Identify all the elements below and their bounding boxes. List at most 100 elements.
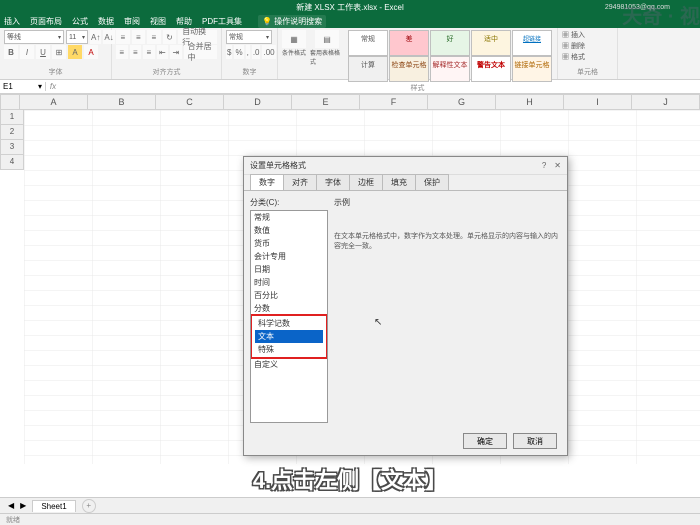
italic-button[interactable]: I (20, 45, 34, 59)
ok-button[interactable]: 确定 (463, 433, 507, 449)
menu-bar: 插入 页面布局 公式 数据 审阅 视图 帮助 PDF工具集 💡 操作说明搜索 (0, 14, 700, 28)
cancel-button[interactable]: 取消 (513, 433, 557, 449)
menu-view[interactable]: 视图 (150, 16, 166, 27)
format-cells-button[interactable]: ▦ 格式 (562, 52, 585, 62)
indent-dec-button[interactable]: ⇤ (157, 45, 169, 59)
col-header[interactable]: J (632, 94, 700, 110)
sheet-tab[interactable]: Sheet1 (32, 500, 75, 512)
cat-text[interactable]: 文本 (255, 330, 323, 343)
name-box[interactable]: E1▾ (0, 82, 46, 91)
menu-help[interactable]: 帮助 (176, 16, 192, 27)
tab-number[interactable]: 数字 (250, 174, 284, 190)
font-color-button[interactable]: A (84, 45, 98, 59)
align-bot-button[interactable]: ≡ (147, 30, 161, 44)
cat-accounting[interactable]: 会计专用 (251, 250, 327, 263)
category-list[interactable]: 常规 数值 货币 会计专用 日期 时间 百分比 分数 科学记数 文本 特殊 自定… (250, 210, 328, 423)
menu-data[interactable]: 数据 (98, 16, 114, 27)
tab-protect[interactable]: 保护 (415, 174, 449, 190)
style-explain[interactable]: 解释性文本 (430, 56, 470, 82)
percent-button[interactable]: % (234, 45, 243, 59)
col-header[interactable]: C (156, 94, 224, 110)
cat-currency[interactable]: 货币 (251, 237, 327, 250)
title-bar: 新建 XLSX 工作表.xlsx - Excel 294981053@qq.co… (0, 0, 700, 14)
delete-cells-button[interactable]: ▦ 删除 (562, 41, 585, 51)
fill-color-button[interactable]: A (68, 45, 82, 59)
font-name-dropdown[interactable]: 等线 (4, 30, 64, 44)
cursor-icon: ↖ (374, 317, 382, 328)
number-format-dropdown[interactable]: 常规 (226, 30, 272, 44)
col-header[interactable]: F (360, 94, 428, 110)
menu-pagelayout[interactable]: 页面布局 (30, 16, 62, 27)
style-good[interactable]: 好 (430, 30, 470, 56)
menu-formulas[interactable]: 公式 (72, 16, 88, 27)
format-as-table-button[interactable]: ▤ (315, 30, 339, 48)
style-bad[interactable]: 差 (389, 30, 429, 56)
tab-fill[interactable]: 填充 (382, 174, 416, 190)
tab-border[interactable]: 边框 (349, 174, 383, 190)
cond-format-button[interactable]: ▦ (282, 30, 306, 48)
style-hyperlink[interactable]: 超链接 (512, 30, 552, 56)
tab-align[interactable]: 对齐 (283, 174, 317, 190)
align-center-button[interactable]: ≡ (130, 45, 142, 59)
help-icon[interactable]: ? (542, 161, 546, 170)
ribbon-group-cells: ▦ 插入 ▦ 删除 ▦ 格式 单元格 (558, 28, 618, 79)
cat-special[interactable]: 特殊 (255, 343, 323, 356)
align-right-button[interactable]: ≡ (143, 45, 155, 59)
menu-insert[interactable]: 插入 (4, 16, 20, 27)
col-header[interactable]: E (292, 94, 360, 110)
underline-button[interactable]: U (36, 45, 50, 59)
menu-pdf[interactable]: PDF工具集 (202, 16, 242, 27)
video-caption: 4.点击左侧【文本】 (0, 463, 700, 495)
cat-time[interactable]: 时间 (251, 276, 327, 289)
align-mid-button[interactable]: ≡ (132, 30, 146, 44)
align-left-button[interactable]: ≡ (116, 45, 128, 59)
style-normal[interactable]: 常规 (348, 30, 388, 56)
style-warn[interactable]: 警告文本 (471, 56, 511, 82)
cat-number[interactable]: 数值 (251, 224, 327, 237)
col-header[interactable]: A (20, 94, 88, 110)
close-icon[interactable]: ✕ (554, 161, 561, 170)
fx-icon[interactable]: fx (46, 82, 60, 91)
style-calc[interactable]: 计算 (348, 56, 388, 82)
style-neutral[interactable]: 适中 (471, 30, 511, 56)
row-header[interactable]: 4 (0, 155, 24, 170)
cat-date[interactable]: 日期 (251, 263, 327, 276)
row-header[interactable]: 1 (0, 110, 24, 125)
inc-decimal-button[interactable]: .0 (252, 45, 261, 59)
style-check[interactable]: 检查单元格 (389, 56, 429, 82)
cat-general[interactable]: 常规 (251, 211, 327, 224)
col-header[interactable]: I (564, 94, 632, 110)
align-top-button[interactable]: ≡ (116, 30, 130, 44)
orientation-button[interactable]: ↻ (163, 30, 177, 44)
border-button[interactable]: ⊞ (52, 45, 66, 59)
dialog-title: 设置单元格格式 (250, 160, 306, 171)
col-header[interactable]: G (428, 94, 496, 110)
col-header[interactable]: D (224, 94, 292, 110)
indent-inc-button[interactable]: ⇥ (170, 45, 182, 59)
cat-scientific[interactable]: 科学记数 (255, 317, 323, 330)
cat-custom[interactable]: 自定义 (251, 358, 327, 371)
ribbon-group-number: 常规 $ % , .0 .00 数字 (222, 28, 278, 79)
col-header[interactable]: H (496, 94, 564, 110)
merge-center-button[interactable]: 合并居中 (184, 45, 217, 59)
style-linked[interactable]: 链接单元格 (512, 56, 552, 82)
watermark: 天奇 · 视 (622, 0, 700, 29)
insert-cells-button[interactable]: ▦ 插入 (562, 30, 585, 40)
row-header[interactable]: 2 (0, 125, 24, 140)
dec-decimal-button[interactable]: .00 (262, 45, 275, 59)
row-header[interactable]: 3 (0, 140, 24, 155)
tell-me-search[interactable]: 💡 操作说明搜索 (258, 15, 326, 28)
tab-font[interactable]: 字体 (316, 174, 350, 190)
font-size-dropdown[interactable]: 11 (66, 30, 88, 44)
cat-percent[interactable]: 百分比 (251, 289, 327, 302)
bold-button[interactable]: B (4, 45, 18, 59)
dialog-tabs: 数字 对齐 字体 边框 填充 保护 (244, 175, 567, 191)
currency-button[interactable]: $ (226, 45, 232, 59)
select-all-corner[interactable] (0, 94, 20, 110)
menu-review[interactable]: 审阅 (124, 16, 140, 27)
new-sheet-button[interactable]: + (82, 499, 96, 513)
increase-font-button[interactable]: A↑ (90, 30, 101, 44)
col-header[interactable]: B (88, 94, 156, 110)
status-ready: 就绪 (6, 515, 20, 525)
comma-button[interactable]: , (246, 45, 250, 59)
